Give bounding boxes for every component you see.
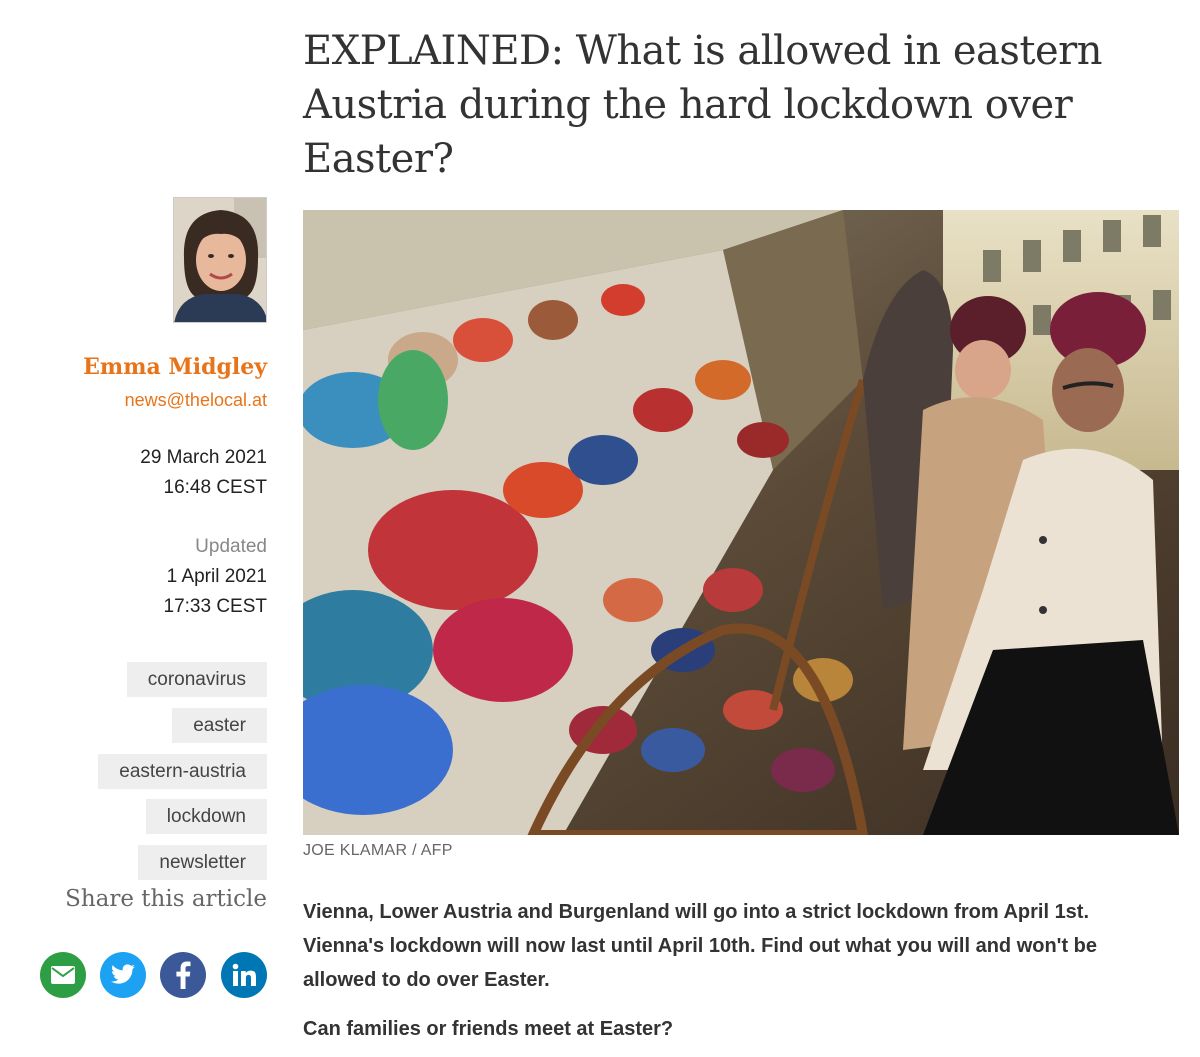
published-time: 16:48 CEST <box>163 477 268 498</box>
published-date: 29 March 2021 <box>140 447 267 468</box>
author-photo <box>174 198 266 322</box>
tag-coronavirus[interactable]: coronavirus <box>126 662 267 697</box>
share-facebook-button[interactable] <box>160 952 206 998</box>
updated-label: Updated <box>195 536 267 557</box>
share-linkedin-button[interactable] <box>221 952 267 998</box>
share-twitter-button[interactable] <box>100 952 146 998</box>
article-subheading: Can families or friends meet at Easter? <box>303 1018 674 1040</box>
article-lead-image <box>303 210 1179 835</box>
updated-time: 17:33 CEST <box>163 596 268 617</box>
article-title: EXPLAINED: What is allowed in eastern Au… <box>303 28 1103 182</box>
share-title: Share this article <box>65 886 267 912</box>
tag-eastern-austria[interactable]: eastern-austria <box>98 754 267 789</box>
photo-credit: JOE KLAMAR / AFP <box>303 842 453 859</box>
author-name-link[interactable]: Emma Midgley <box>83 354 267 380</box>
facebook-f-icon <box>176 961 191 989</box>
envelope-icon <box>51 966 75 984</box>
tag-easter[interactable]: easter <box>172 708 267 743</box>
easter-market-photo <box>303 210 1179 835</box>
article-lede: Vienna, Lower Austria and Burgenland wil… <box>303 901 1097 991</box>
linkedin-in-icon <box>232 963 256 986</box>
tag-newsletter[interactable]: newsletter <box>138 845 267 880</box>
author-email-link[interactable]: news@thelocal.at <box>125 390 267 411</box>
tag-lockdown[interactable]: lockdown <box>145 799 267 834</box>
twitter-bird-icon <box>111 964 135 984</box>
author-avatar[interactable] <box>173 197 267 323</box>
updated-date: 1 April 2021 <box>166 566 267 587</box>
share-email-button[interactable] <box>40 952 86 998</box>
